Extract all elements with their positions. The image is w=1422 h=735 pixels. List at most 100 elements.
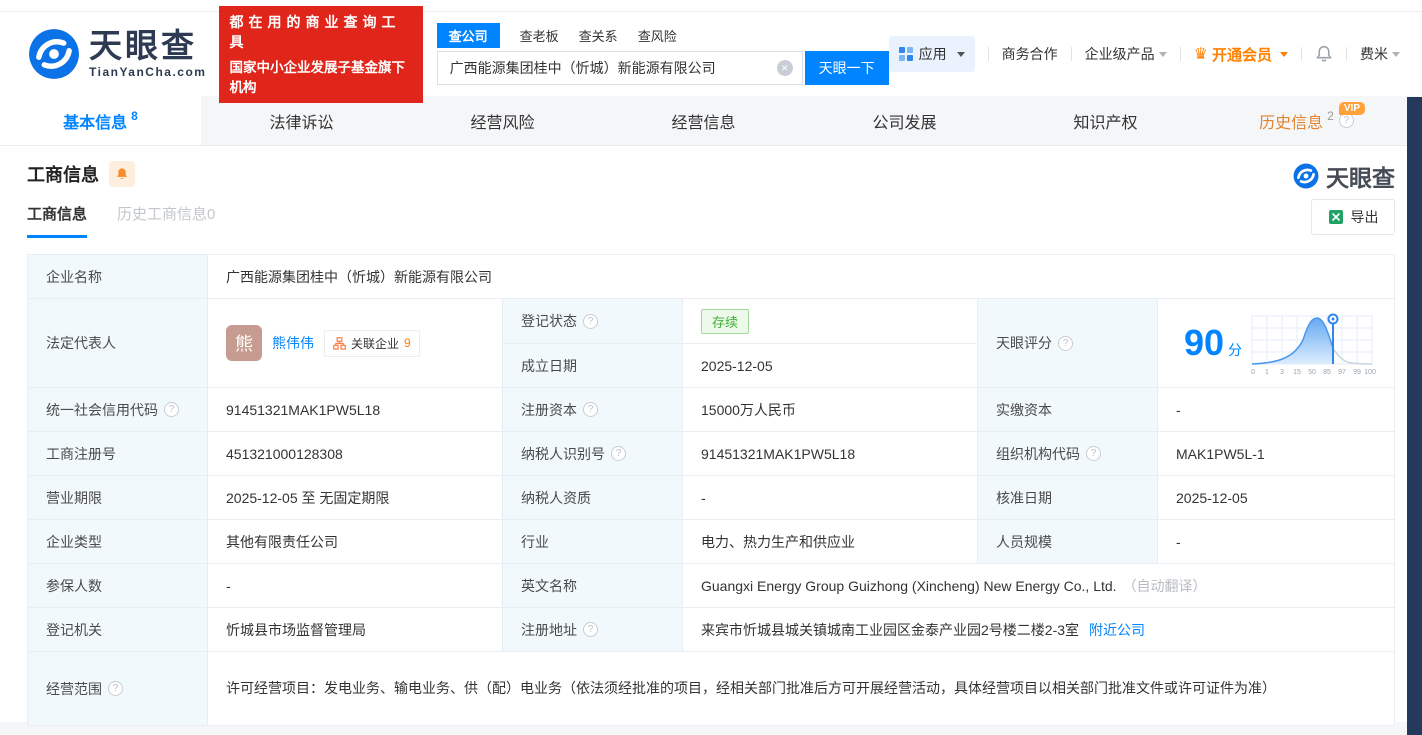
field-value-credit-code: 91451321MAK1PW5L18 bbox=[208, 388, 503, 432]
tab-basic-info[interactable]: 基本信息 8 bbox=[0, 96, 201, 145]
side-dock[interactable] bbox=[1407, 97, 1422, 735]
score-axis-ticks: 0 1 3 15 50 85 97 99 100 bbox=[1251, 369, 1376, 376]
field-value-address: 来宾市忻城县城关镇城南工业园区金泰产业园2号楼二楼2-3室 附近公司 bbox=[683, 608, 1395, 652]
help-icon[interactable]: ? bbox=[1086, 446, 1101, 461]
field-value-taxpayer-quality: - bbox=[683, 476, 978, 520]
field-label-approval-date: 核准日期 bbox=[978, 476, 1158, 520]
tab-legal-litigation[interactable]: 法律诉讼 bbox=[201, 96, 402, 145]
svg-text:100: 100 bbox=[1364, 369, 1376, 376]
svg-text:1: 1 bbox=[1265, 369, 1269, 376]
section-title: 工商信息 bbox=[27, 165, 99, 185]
field-value-business-scope: 许可经营项目：发电业务、输电业务、供（配）电业务（依法须经批准的项目，经相关部门… bbox=[208, 652, 1395, 726]
header-right-nav: 应用 商务合作 企业级产品 ♛ 开通会员 费米 bbox=[888, 36, 1400, 72]
subtab-business-info[interactable]: 工商信息 bbox=[27, 203, 88, 238]
org-chart-icon bbox=[333, 336, 346, 350]
search-input[interactable] bbox=[436, 50, 803, 85]
search-tab-risk[interactable]: 查风险 bbox=[638, 26, 677, 45]
field-label-reg-status: 登记状态? bbox=[503, 299, 683, 344]
field-label-business-scope: 经营范围? bbox=[28, 652, 208, 726]
search-tab-relation[interactable]: 查关系 bbox=[579, 26, 618, 45]
related-companies-badge[interactable]: 关联企业 9 bbox=[324, 329, 420, 357]
notifications-bell-icon[interactable] bbox=[1315, 45, 1333, 63]
nearby-companies-link[interactable]: 附近公司 bbox=[1089, 620, 1145, 640]
tianyancha-logo-icon bbox=[1293, 163, 1319, 189]
apps-grid-icon bbox=[898, 47, 913, 61]
chevron-down-icon bbox=[1392, 51, 1400, 57]
apps-menu-button[interactable]: 应用 bbox=[888, 36, 975, 72]
help-icon[interactable]: ? bbox=[583, 622, 598, 637]
business-info-subtabs: 工商信息 历史工商信息0 bbox=[27, 203, 1395, 238]
divider bbox=[1070, 47, 1072, 61]
help-icon[interactable]: ? bbox=[583, 402, 598, 417]
field-value-taxpayer-id: 91451321MAK1PW5L18 bbox=[683, 432, 978, 476]
help-icon[interactable]: ? bbox=[583, 313, 598, 329]
field-label-reg-capital: 注册资本? bbox=[503, 388, 683, 432]
field-label-taxpayer-id: 纳税人识别号? bbox=[503, 432, 683, 476]
field-label-company-name: 企业名称 bbox=[28, 255, 208, 299]
field-label-address: 注册地址? bbox=[503, 608, 683, 652]
tab-count: 2 bbox=[1327, 108, 1334, 123]
field-value-english-name: Guangxi Energy Group Guizhong (Xincheng)… bbox=[683, 564, 1395, 608]
tab-operating-risk[interactable]: 经营风险 bbox=[402, 96, 603, 145]
field-value-business-term: 2025-12-05 至 无固定期限 bbox=[208, 476, 503, 520]
export-button[interactable]: 导出 bbox=[1311, 199, 1395, 235]
field-value-insured-count: - bbox=[208, 564, 503, 608]
field-value-staff-size: - bbox=[1158, 520, 1395, 564]
tab-business-info[interactable]: 经营信息 bbox=[603, 96, 804, 145]
field-label-business-term: 营业期限 bbox=[28, 476, 208, 520]
excel-icon bbox=[1328, 210, 1343, 224]
site-logo[interactable]: 天眼查 TianYanCha.com bbox=[28, 28, 206, 80]
tab-company-development[interactable]: 公司发展 bbox=[804, 96, 1005, 145]
svg-text:50: 50 bbox=[1308, 369, 1316, 376]
field-label-reg-number: 工商注册号 bbox=[28, 432, 208, 476]
nav-business-cooperation[interactable]: 商务合作 bbox=[1002, 44, 1058, 64]
field-value-reg-status: 存续 bbox=[683, 299, 978, 344]
search-button[interactable]: 天眼一下 bbox=[804, 50, 889, 85]
help-icon[interactable]: ? bbox=[611, 446, 626, 461]
top-strip bbox=[0, 0, 1422, 12]
field-label-org-code: 组织机构代码? bbox=[978, 432, 1158, 476]
search-tab-boss[interactable]: 查老板 bbox=[520, 26, 559, 45]
field-label-paid-capital: 实缴资本 bbox=[978, 388, 1158, 432]
company-page-tabs: 基本信息 8 法律诉讼 经营风险 经营信息 公司发展 知识产权 VIP 历史信息… bbox=[0, 96, 1422, 146]
field-value-org-code: MAK1PW5L-1 bbox=[1158, 432, 1395, 476]
svg-text:15: 15 bbox=[1293, 369, 1301, 376]
help-icon[interactable]: ? bbox=[108, 681, 123, 696]
search-tabs: 查公司 查老板 查关系 查风险 bbox=[436, 23, 889, 48]
business-info-table: 企业名称 广西能源集团桂中（忻城）新能源有限公司 法定代表人 熊 熊伟伟 关联企… bbox=[27, 254, 1395, 726]
search-tab-company[interactable]: 查公司 bbox=[436, 23, 500, 48]
nav-enterprise-products[interactable]: 企业级产品 bbox=[1085, 44, 1167, 64]
chevron-down-icon bbox=[1280, 51, 1288, 57]
tab-history-info[interactable]: VIP 历史信息 2 ? bbox=[1206, 96, 1407, 145]
monitor-bell-button[interactable] bbox=[109, 161, 135, 187]
field-label-insured-count: 参保人数 bbox=[28, 564, 208, 608]
tianyancha-logo-icon bbox=[29, 29, 79, 79]
field-value-establish-date: 2025-12-05 bbox=[683, 344, 978, 388]
nav-open-vip[interactable]: ♛ 开通会员 bbox=[1194, 44, 1288, 65]
svg-text:99: 99 bbox=[1353, 369, 1361, 376]
chevron-down-icon bbox=[1158, 51, 1167, 57]
help-icon[interactable]: ? bbox=[1058, 335, 1073, 351]
field-label-staff-size: 人员规模 bbox=[978, 520, 1158, 564]
field-label-credit-code: 统一社会信用代码? bbox=[28, 388, 208, 432]
field-value-company-type: 其他有限责任公司 bbox=[208, 520, 503, 564]
field-label-registry: 登记机关 bbox=[28, 608, 208, 652]
field-label-tianyan-score: 天眼评分? bbox=[978, 299, 1158, 388]
field-label-english-name: 英文名称 bbox=[503, 564, 683, 608]
help-icon[interactable]: ? bbox=[164, 402, 179, 417]
watermark-logo: 天眼查 bbox=[1293, 159, 1395, 193]
site-header: 天眼查 TianYanCha.com 都在用的商业查询工具 国家中小企业发展子基… bbox=[0, 5, 1422, 103]
crown-icon: ♛ bbox=[1193, 46, 1208, 63]
subtab-history-business-info[interactable]: 历史工商信息0 bbox=[117, 203, 215, 238]
tab-intellectual-property[interactable]: 知识产权 bbox=[1005, 96, 1206, 145]
help-icon[interactable]: ? bbox=[1338, 113, 1354, 128]
score-value: 90 bbox=[1184, 322, 1225, 363]
legal-rep-avatar[interactable]: 熊 bbox=[226, 325, 262, 361]
field-value-reg-capital: 15000万人民币 bbox=[683, 388, 978, 432]
clear-search-icon[interactable]: ✕ bbox=[776, 59, 793, 76]
svg-text:85: 85 bbox=[1323, 369, 1331, 376]
legal-rep-link[interactable]: 熊伟伟 bbox=[272, 333, 314, 353]
field-label-company-type: 企业类型 bbox=[28, 520, 208, 564]
user-menu[interactable]: 费米 bbox=[1360, 44, 1400, 64]
field-value-tianyan-score: 90 分 0 1 3 15 50 85 97 99 100 bbox=[1158, 299, 1395, 388]
